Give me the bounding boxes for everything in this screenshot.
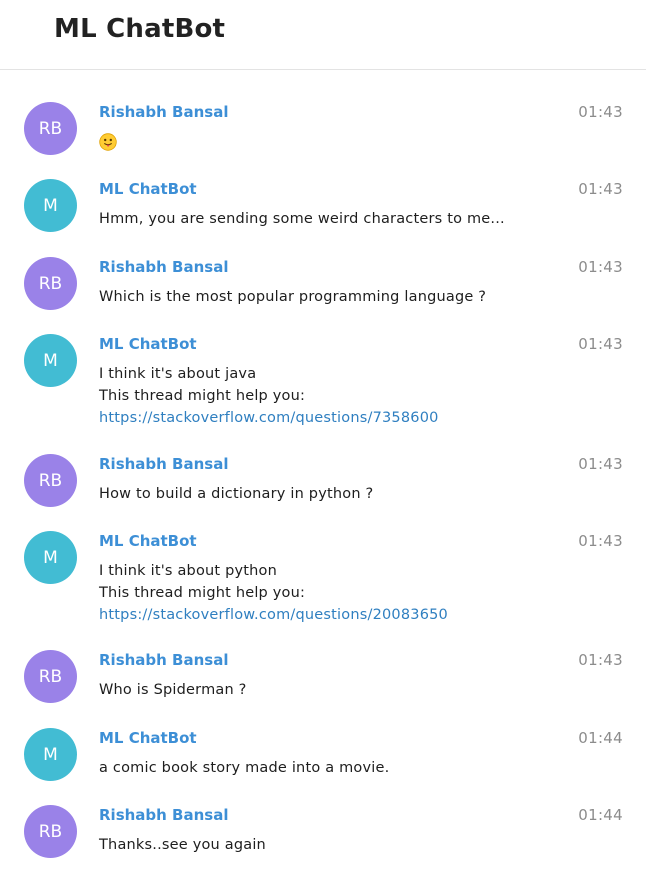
sender-name: ML ChatBot bbox=[99, 532, 197, 550]
message-text: I think it's about python bbox=[99, 563, 278, 579]
message-text: This thread might help you: bbox=[99, 388, 306, 404]
sender-name: ML ChatBot bbox=[99, 729, 197, 747]
sender-name: Rishabh Bansal bbox=[99, 651, 229, 669]
bot-avatar: M bbox=[24, 531, 77, 584]
chat-app: ML ChatBot RB Rishabh Bansal 01:43 M ML Chat… bbox=[0, 0, 646, 869]
message-body: I think it's about python This thread mig… bbox=[99, 560, 448, 626]
message-list[interactable]: RB Rishabh Bansal 01:43 M ML ChatBot 01:43 Hmm… bbox=[0, 70, 646, 858]
message-body: Thanks..see you again bbox=[99, 834, 266, 856]
message-item: M ML ChatBot 01:44 a comic book story made … bbox=[0, 696, 646, 781]
message-item: M ML ChatBot 01:43 Hmm, you are sending som… bbox=[0, 147, 646, 232]
message-item: M ML ChatBot 01:43 I think it's about java T… bbox=[0, 302, 646, 426]
message-item: M ML ChatBot 01:43 I think it's about pytho… bbox=[0, 499, 646, 623]
sender-name: Rishabh Bansal bbox=[99, 258, 229, 276]
message-text: This thread might help you: bbox=[99, 585, 306, 601]
message-timestamp: 01:43 bbox=[578, 258, 623, 276]
message-item: RB Rishabh Bansal 01:43 Which is the most p… bbox=[0, 225, 646, 310]
bot-avatar: M bbox=[24, 334, 77, 387]
user-avatar: RB bbox=[24, 805, 77, 858]
message-item: RB Rishabh Bansal 01:43 How to build a dict… bbox=[0, 422, 646, 507]
sender-name: Rishabh Bansal bbox=[99, 806, 229, 824]
sender-name: ML ChatBot bbox=[99, 335, 197, 353]
message-timestamp: 01:43 bbox=[578, 455, 623, 473]
chat-header: ML ChatBot bbox=[0, 0, 646, 70]
message-text: Thanks..see you again bbox=[99, 837, 266, 853]
message-item: RB Rishabh Bansal 01:44 Thanks..see you aga… bbox=[0, 773, 646, 858]
message-timestamp: 01:43 bbox=[578, 180, 623, 198]
message-timestamp: 01:44 bbox=[578, 806, 623, 824]
sender-name: Rishabh Bansal bbox=[99, 455, 229, 473]
message-item: RB Rishabh Bansal 01:43 bbox=[0, 70, 646, 155]
message-timestamp: 01:43 bbox=[578, 335, 623, 353]
message-text: I think it's about java bbox=[99, 366, 257, 382]
message-timestamp: 01:43 bbox=[578, 103, 623, 121]
message-timestamp: 01:44 bbox=[578, 729, 623, 747]
message-timestamp: 01:43 bbox=[578, 651, 623, 669]
message-timestamp: 01:43 bbox=[578, 532, 623, 550]
message-item: RB Rishabh Bansal 01:43 Who is Spiderman ? bbox=[0, 618, 646, 703]
message-body: I think it's about java This thread might… bbox=[99, 363, 439, 429]
chat-title: ML ChatBot bbox=[54, 14, 226, 44]
sender-name: ML ChatBot bbox=[99, 180, 197, 198]
sender-name: Rishabh Bansal bbox=[99, 103, 229, 121]
